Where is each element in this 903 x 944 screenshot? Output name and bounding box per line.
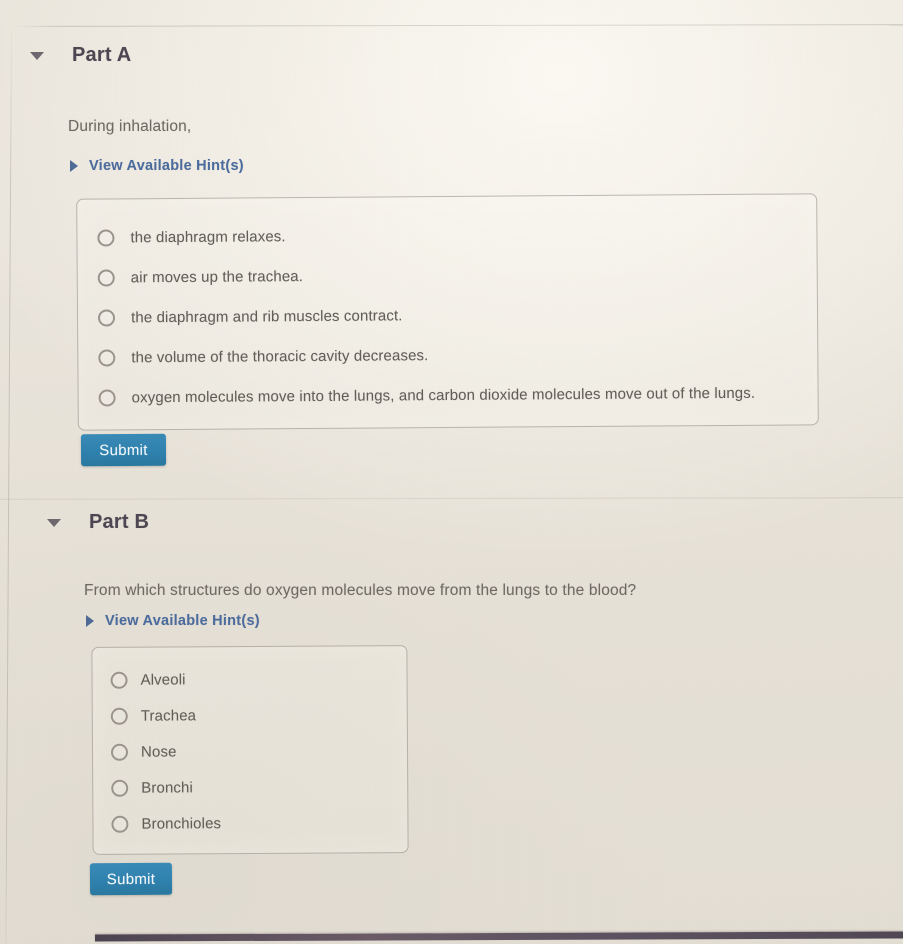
radio-button-icon[interactable] [98, 348, 116, 367]
part-b-title: Part B [89, 511, 150, 533]
option-row[interactable]: Bronchi [93, 768, 407, 806]
part-b-view-hints-link[interactable]: View Available Hint(s) [86, 613, 260, 629]
caret-down-icon[interactable] [30, 51, 44, 60]
radio-button-icon[interactable] [97, 268, 115, 287]
radio-button-icon[interactable] [98, 388, 116, 407]
option-row[interactable]: oxygen molecules move into the lungs, an… [78, 372, 817, 417]
option-row[interactable]: the volume of the thoracic cavity decrea… [78, 332, 817, 377]
part-b-view-hints-label: View Available Hint(s) [105, 613, 260, 629]
radio-button-icon[interactable] [111, 815, 129, 833]
part-b-prompt: From which structures do oxygen molecule… [84, 582, 637, 599]
part-a-prompt: During inhalation, [68, 118, 192, 135]
option-row[interactable]: Trachea [93, 696, 407, 734]
option-label: Nose [140, 742, 177, 761]
option-label: the volume of the thoracic cavity decrea… [131, 346, 429, 366]
radio-button-icon[interactable] [110, 707, 128, 725]
radio-button-icon[interactable] [110, 743, 129, 761]
part-a-view-hints-link[interactable]: View Available Hint(s) [70, 158, 244, 174]
part-a-title: Part A [72, 44, 132, 66]
part-a-options-group: the diaphragm relaxes. air moves up the … [76, 193, 819, 431]
option-label: Bronchioles [141, 814, 222, 833]
part-a-header[interactable]: Part A [30, 44, 131, 67]
radio-button-icon[interactable] [97, 228, 115, 247]
option-row[interactable]: Nose [93, 732, 407, 770]
part-a-view-hints-label: View Available Hint(s) [89, 158, 244, 174]
part-a-submit-button[interactable]: Submit [80, 433, 167, 467]
option-row[interactable]: the diaphragm and rib muscles contract. [78, 292, 817, 337]
radio-button-icon[interactable] [111, 779, 129, 797]
radio-button-icon[interactable] [110, 671, 128, 689]
part-b-submit-button[interactable]: Submit [89, 862, 173, 896]
option-row[interactable]: air moves up the trachea. [78, 252, 817, 297]
option-label: Alveoli [140, 670, 186, 689]
part-b-header[interactable]: Part B [47, 511, 149, 534]
option-row[interactable]: Alveoli [92, 660, 406, 698]
option-label: the diaphragm and rib muscles contract. [130, 306, 403, 326]
option-label: Trachea [140, 706, 197, 725]
caret-down-icon[interactable] [47, 518, 61, 527]
caret-right-icon [70, 160, 78, 172]
caret-right-icon [86, 615, 94, 627]
option-label: oxygen molecules move into the lungs, an… [131, 384, 756, 406]
option-label: the diaphragm relaxes. [130, 227, 286, 246]
radio-button-icon[interactable] [97, 308, 116, 327]
option-row[interactable]: Bronchioles [93, 804, 407, 842]
option-row[interactable]: the diaphragm relaxes. [77, 212, 816, 257]
option-label: Bronchi [141, 778, 193, 797]
part-b-options-group: Alveoli Trachea Nose Bronchi Bronchioles [91, 645, 409, 855]
option-label: air moves up the trachea. [130, 267, 304, 286]
